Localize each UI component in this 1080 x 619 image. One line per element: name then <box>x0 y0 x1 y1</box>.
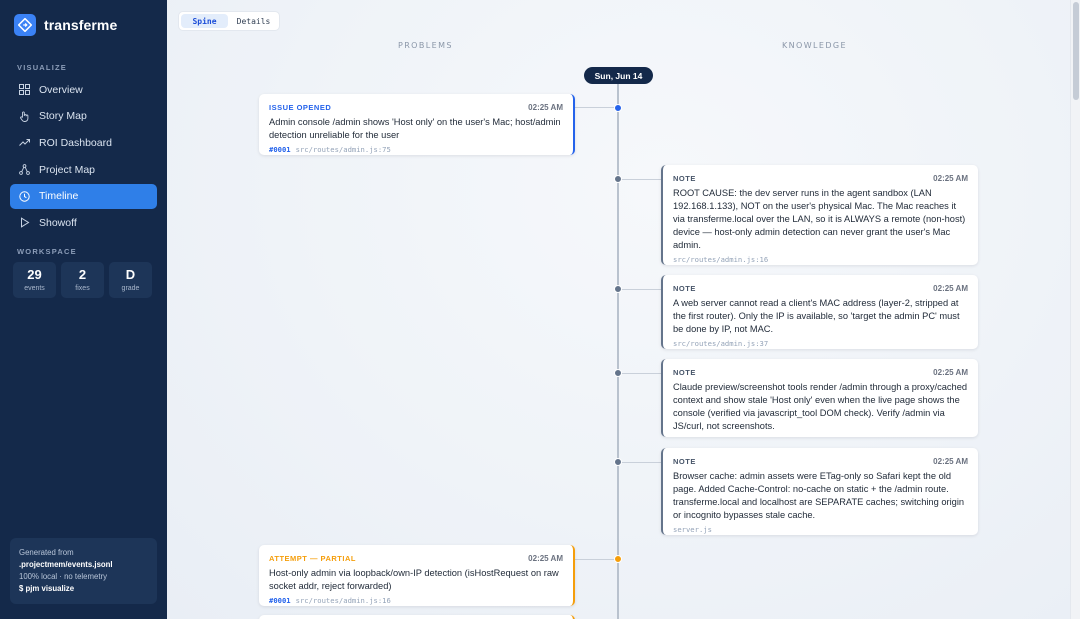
source-location: src/routes/admin.js:75 <box>295 145 391 154</box>
nodes-icon <box>19 164 30 175</box>
event-text: A web server cannot read a client's MAC … <box>673 298 960 334</box>
trend-up-icon <box>19 137 30 148</box>
stat-fixes: 2 fixes <box>61 262 104 298</box>
brand[interactable]: transferme <box>14 14 117 36</box>
connector-line <box>618 462 662 463</box>
sidebar-item-showoff[interactable]: Showoff <box>10 210 157 235</box>
stat-label: fixes <box>75 285 90 292</box>
event-dot-attempt[interactable] <box>614 555 622 563</box>
sidebar: transferme VISUALIZE Overview Story Map … <box>0 0 167 619</box>
knowledge-column-header: KNOWLEDGE <box>782 41 847 50</box>
event-card-attempt[interactable]: ATTEMPT — PARTIAL 02:25 AM Host-only adm… <box>259 545 575 606</box>
event-type: ATTEMPT — PARTIAL <box>269 554 356 563</box>
scrollbar-thumb[interactable] <box>1073 2 1079 100</box>
tab-details[interactable]: Details <box>230 14 277 28</box>
event-dot-note[interactable] <box>614 458 622 466</box>
source-location: server.js <box>673 525 712 534</box>
sidebar-item-timeline[interactable]: Timeline <box>10 183 157 209</box>
generated-from-label: Generated from <box>19 548 74 557</box>
event-time: 02:25 AM <box>528 103 563 112</box>
stat-events: 29 events <box>13 262 56 298</box>
connector-line <box>618 373 662 374</box>
sidebar-item-label: Timeline <box>39 190 79 203</box>
timeline-spine <box>617 78 619 619</box>
event-type: NOTE <box>673 174 696 183</box>
app-logo-icon <box>14 14 36 36</box>
event-text: ROOT CAUSE: the dev server runs in the a… <box>673 188 966 250</box>
event-time: 02:25 AM <box>933 368 968 377</box>
source-location: src/routes/admin.js:37 <box>673 339 769 348</box>
sidebar-item-story-map[interactable]: Story Map <box>10 104 157 129</box>
stat-value: 2 <box>78 267 87 282</box>
event-type: NOTE <box>673 457 696 466</box>
source-location: src/routes/admin.js:16 <box>295 596 391 605</box>
sidebar-item-roi-dashboard[interactable]: ROI Dashboard <box>10 130 157 155</box>
clock-icon <box>19 191 30 202</box>
view-toggle: Spine Details <box>178 11 280 31</box>
app-name: transferme <box>44 17 118 33</box>
event-time: 02:25 AM <box>933 457 968 466</box>
sidebar-item-label: Story Map <box>39 110 87 123</box>
event-card-note[interactable]: NOTE 02:25 AM Claude preview/screenshot … <box>661 359 978 437</box>
issue-ref-link[interactable]: #0001 <box>269 596 291 605</box>
source-location: src/routes/admin.js:16 <box>673 255 769 264</box>
workspace-section-label: WORKSPACE <box>17 247 77 256</box>
event-card-note[interactable]: NOTE 02:25 AM Browser cache: admin asset… <box>661 448 978 535</box>
stat-label: events <box>24 285 45 292</box>
stat-value: 29 <box>27 267 42 282</box>
event-card-partial[interactable] <box>259 615 575 619</box>
workspace-stats: 29 events 2 fixes D grade <box>13 262 152 298</box>
connector-line <box>575 559 618 560</box>
event-text: Claude preview/screenshot tools render /… <box>673 382 968 431</box>
sidebar-item-label: Showoff <box>39 216 77 229</box>
event-dot-note[interactable] <box>614 369 622 377</box>
sidebar-item-overview[interactable]: Overview <box>10 77 157 102</box>
sidebar-nav: Overview Story Map ROI Dashboard Project… <box>10 77 157 237</box>
event-card-issue[interactable]: ISSUE OPENED 02:25 AM Admin console /adm… <box>259 94 575 155</box>
sidebar-item-label: Project Map <box>39 163 96 176</box>
event-text: Host-only admin via loopback/own-IP dete… <box>269 568 559 591</box>
event-time: 02:25 AM <box>528 554 563 563</box>
issue-ref-link[interactable]: #0001 <box>269 145 291 154</box>
event-dot-note[interactable] <box>614 285 622 293</box>
event-card-note[interactable]: NOTE 02:25 AM A web server cannot read a… <box>661 275 978 349</box>
scrollbar[interactable] <box>1070 0 1080 619</box>
grid-icon <box>19 84 30 95</box>
connector-line <box>618 289 662 290</box>
play-icon <box>19 217 30 229</box>
stat-grade: D grade <box>109 262 152 298</box>
event-type: ISSUE OPENED <box>269 103 332 112</box>
event-time: 02:25 AM <box>933 284 968 293</box>
connector-line <box>575 107 618 108</box>
privacy-note: 100% local · no telemetry <box>19 572 107 581</box>
source-file: .projectmem/events.jsonl <box>19 560 113 569</box>
generated-info: Generated from .projectmem/events.jsonl … <box>10 538 157 604</box>
tab-spine[interactable]: Spine <box>181 14 228 28</box>
event-time: 02:25 AM <box>933 174 968 183</box>
event-text: Admin console /admin shows 'Host only' o… <box>269 117 561 140</box>
event-type: NOTE <box>673 368 696 377</box>
event-text: Browser cache: admin assets were ETag-on… <box>673 471 965 520</box>
visualize-section-label: VISUALIZE <box>17 63 67 72</box>
stat-label: grade <box>121 285 140 292</box>
event-dot-issue[interactable] <box>614 104 622 112</box>
problems-column-header: PROBLEMS <box>398 41 453 50</box>
connector-line <box>618 179 662 180</box>
sidebar-item-label: ROI Dashboard <box>39 136 112 149</box>
event-type: NOTE <box>673 284 696 293</box>
hand-pointer-icon <box>19 111 30 122</box>
cli-command: $ pjm visualize <box>19 584 75 593</box>
sidebar-item-project-map[interactable]: Project Map <box>10 157 157 182</box>
event-card-note[interactable]: NOTE 02:25 AM ROOT CAUSE: the dev server… <box>661 165 978 265</box>
date-badge: Sun, Jun 14 <box>584 67 653 84</box>
stat-value: D <box>125 267 136 282</box>
event-dot-note[interactable] <box>614 175 622 183</box>
sidebar-item-label: Overview <box>39 83 83 96</box>
